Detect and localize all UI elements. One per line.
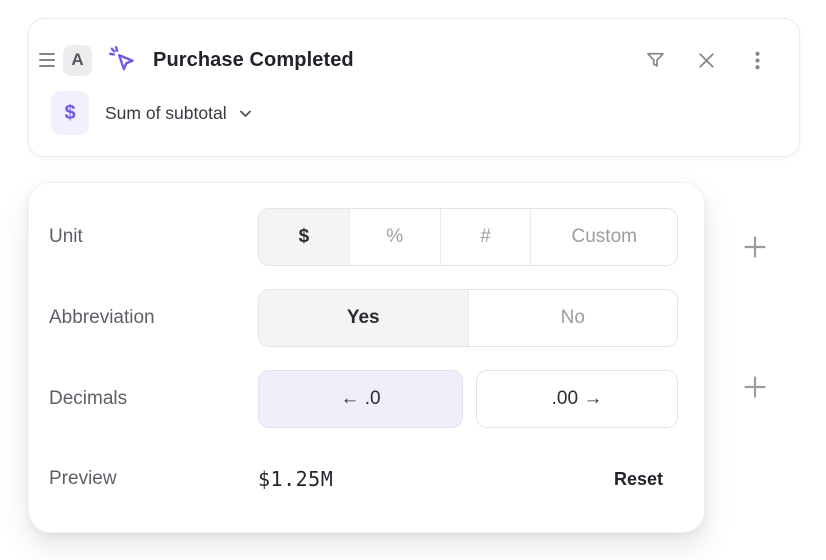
decimals-label: Decimals xyxy=(49,388,258,410)
dollar-badge-icon: $ xyxy=(51,91,89,135)
event-card-header: A Purchase Completed xyxy=(37,43,769,77)
filter-icon[interactable] xyxy=(643,48,667,72)
abbreviation-label: Abbreviation xyxy=(49,307,258,329)
click-event-icon xyxy=(107,44,139,76)
add-event-button[interactable] xyxy=(742,234,768,260)
add-metric-button[interactable] xyxy=(742,374,768,400)
decimals-row: Decimals ← .0 .00 → xyxy=(49,370,678,428)
drag-handle-icon[interactable] xyxy=(39,49,55,71)
unit-label: Unit xyxy=(49,226,258,248)
event-row-badge: A xyxy=(63,45,92,76)
abbreviation-row: Abbreviation Yes No xyxy=(49,289,678,347)
decimals-decrease-button[interactable]: ← .0 xyxy=(258,370,463,428)
number-format-panel: Unit $ % # Custom Abbreviation Yes No De… xyxy=(28,182,705,533)
unit-option-dollar[interactable]: $ xyxy=(259,209,349,265)
preview-value: $1.25M xyxy=(258,467,333,491)
abbreviation-option-no[interactable]: No xyxy=(468,290,678,346)
unit-row: Unit $ % # Custom xyxy=(49,208,678,266)
metric-label: Sum of subtotal xyxy=(105,103,227,124)
unit-option-custom[interactable]: Custom xyxy=(530,209,677,265)
decimals-increase-button[interactable]: .00 → xyxy=(476,370,678,428)
preview-row: Preview $1.25M Reset xyxy=(49,455,663,503)
abbreviation-segmented-control: Yes No xyxy=(258,289,678,347)
event-card: A Purchase Completed xyxy=(28,18,800,157)
event-title[interactable]: Purchase Completed xyxy=(153,49,354,72)
reset-button[interactable]: Reset xyxy=(614,469,663,490)
unit-option-number[interactable]: # xyxy=(440,209,531,265)
chevron-down-icon xyxy=(237,105,254,122)
metric-row: $ Sum of subtotal xyxy=(51,91,799,135)
unit-segmented-control: $ % # Custom xyxy=(258,208,678,266)
unit-option-percent[interactable]: % xyxy=(349,209,440,265)
abbreviation-option-yes[interactable]: Yes xyxy=(259,290,468,346)
close-icon[interactable] xyxy=(694,48,718,72)
more-options-icon[interactable] xyxy=(745,48,769,72)
preview-label: Preview xyxy=(49,468,258,490)
metric-selector[interactable]: $ Sum of subtotal xyxy=(51,91,254,135)
event-actions xyxy=(643,48,769,72)
